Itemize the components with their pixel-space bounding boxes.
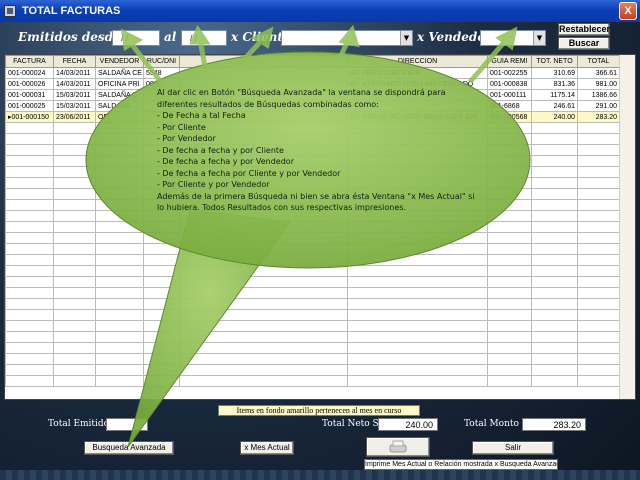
cell-cliente — [179, 89, 348, 101]
cell-ruc: 0000 — [143, 78, 180, 90]
bottom-strip — [0, 470, 640, 480]
col-fecha[interactable]: FECHA — [53, 55, 96, 68]
cell-cliente — [179, 78, 348, 90]
col-direccion[interactable]: DIRECCION — [347, 55, 488, 68]
col-cliente[interactable] — [179, 55, 348, 68]
total-neto-label: Total Neto S/. — [322, 419, 385, 429]
cell-cliente — [179, 100, 348, 112]
date-to-field[interactable]: / / — [181, 30, 227, 46]
cell-cliente — [179, 111, 348, 123]
cell-factura: 001-000031 — [5, 89, 54, 101]
col-vendedor[interactable]: VENDEDOR — [95, 55, 144, 68]
filter-bar: Emitidos desde el / / al / / x Cliente ▼… — [0, 23, 640, 52]
table-row[interactable]: 001-000024 14/03/2011 SALDAÑA CE 5548 AV… — [5, 67, 620, 79]
date-from-field[interactable]: / / — [112, 30, 160, 46]
cell-ruc: 5548 — [143, 67, 180, 79]
vendor-combo[interactable]: ▼ — [480, 30, 546, 46]
printer-icon — [389, 440, 407, 453]
col-guia[interactable]: GUIA REMI — [487, 55, 532, 68]
title-bar: TOTAL FACTURAS X — [0, 0, 640, 22]
cell-cliente — [179, 67, 348, 79]
cell-total: 981.00 — [577, 78, 620, 90]
invoice-table: FACTURA FECHA VENDEDOR RUC/DNI DIRECCION… — [5, 55, 620, 387]
chevron-down-icon[interactable]: ▼ — [533, 31, 545, 45]
invoice-grid[interactable]: FACTURA FECHA VENDEDOR RUC/DNI DIRECCION… — [4, 54, 636, 400]
cell-fecha: 23/06/2011 — [53, 111, 96, 123]
cell-ruc — [143, 111, 180, 123]
table-row-current-month[interactable]: 001-000150 23/06/2011 OFI AV. OSCAR RICA… — [5, 111, 620, 123]
table-row[interactable]: 001-000031 15/03/2011 SALDAÑA C 001-0001… — [5, 89, 620, 101]
cell-vendedor: SALDAÑA — [95, 100, 144, 112]
col-neto[interactable]: TOT. NETO — [531, 55, 578, 68]
total-emitidos-label: Total Emitidos — [48, 419, 114, 429]
table-header: FACTURA FECHA VENDEDOR RUC/DNI DIRECCION… — [5, 55, 620, 68]
total-neto-value: 240.00 — [378, 418, 438, 431]
cell-neto: 1175.14 — [531, 89, 578, 101]
cell-ruc — [143, 89, 180, 101]
current-month-note: Items en fondo amarillo pertenecen al me… — [218, 405, 420, 416]
cell-neto: 310.69 — [531, 67, 578, 79]
cell-total: 283.20 — [577, 111, 620, 123]
cell-ruc — [143, 100, 180, 112]
cell-factura: 001-000026 — [5, 78, 54, 90]
cell-guia: 001-000838 — [487, 78, 532, 90]
cell-fecha: 15/03/2011 — [53, 89, 96, 101]
cell-vendedor: SALDAÑA CE — [95, 67, 144, 79]
close-icon[interactable]: X — [619, 2, 637, 20]
cell-vendedor: OFI — [95, 111, 144, 123]
cell-guia: 001-002255 — [487, 67, 532, 79]
main-window: TOTAL FACTURAS X Emitidos desde el / / a… — [0, 0, 640, 480]
label-al: al — [164, 30, 177, 44]
cell-factura: 001-000024 — [5, 67, 54, 79]
app-icon — [4, 5, 16, 17]
cell-factura: 001-000025 — [5, 100, 54, 112]
cell-total: 366.61 — [577, 67, 620, 79]
cell-fecha: 15/03/2011 — [53, 100, 96, 112]
col-ruc[interactable]: RUC/DNI — [143, 55, 180, 68]
client-combo[interactable]: ▼ — [281, 30, 413, 46]
cell-total: 1386.66 — [577, 89, 620, 101]
restablecer-button[interactable]: Restablecer — [558, 23, 610, 36]
cell-direccion: AV. PERU 1783 S.M.P. — [347, 67, 488, 79]
cell-fecha: 14/03/2011 — [53, 78, 96, 90]
cell-guia: 001-000568 — [487, 111, 532, 123]
buscar-button[interactable]: Buscar — [558, 37, 610, 50]
cell-vendedor: OFICINA PRI — [95, 78, 144, 90]
total-emitidos-value — [106, 418, 148, 431]
cell-guia: 001-6868 — [487, 100, 532, 112]
cell-vendedor: SALDAÑA C — [95, 89, 144, 101]
cell-fecha: 14/03/2011 — [53, 67, 96, 79]
cell-direccion — [347, 100, 488, 112]
cell-factura: 001-000150 — [5, 111, 54, 123]
cell-direccion: AV. OSCAR RICARDO BENAVIDES 310 — [347, 111, 488, 123]
table-row[interactable]: 001-000026 14/03/2011 OFICINA PRI 0000 A… — [5, 78, 620, 90]
cell-neto: 831.36 — [531, 78, 578, 90]
cell-direccion — [347, 89, 488, 101]
cell-neto: 240.00 — [531, 111, 578, 123]
cell-guia: 001-000111 — [487, 89, 532, 101]
vertical-scrollbar[interactable] — [619, 55, 635, 399]
total-monto-value: 283.20 — [522, 418, 586, 431]
busqueda-avanzada-button[interactable]: Busqueda Avanzada — [84, 441, 174, 455]
col-total[interactable]: TOTAL — [577, 55, 620, 68]
chevron-down-icon[interactable]: ▼ — [400, 31, 412, 45]
table-row[interactable]: 001-000025 15/03/2011 SALDAÑA 001-6868 2… — [5, 100, 620, 112]
window-title: TOTAL FACTURAS — [22, 5, 121, 17]
cell-direccion: AV. AZANGARO 1000 LIMA CERCADO — [347, 78, 488, 90]
salir-button[interactable]: Salir — [472, 441, 554, 455]
col-factura[interactable]: FACTURA — [5, 55, 54, 68]
mes-actual-button[interactable]: x Mes Actual — [240, 441, 294, 455]
cell-neto: 246.61 — [531, 100, 578, 112]
print-button[interactable] — [366, 437, 430, 457]
cell-total: 291.00 — [577, 100, 620, 112]
print-caption: Imprime Mes Actual o Relación mostrada x… — [364, 459, 558, 470]
